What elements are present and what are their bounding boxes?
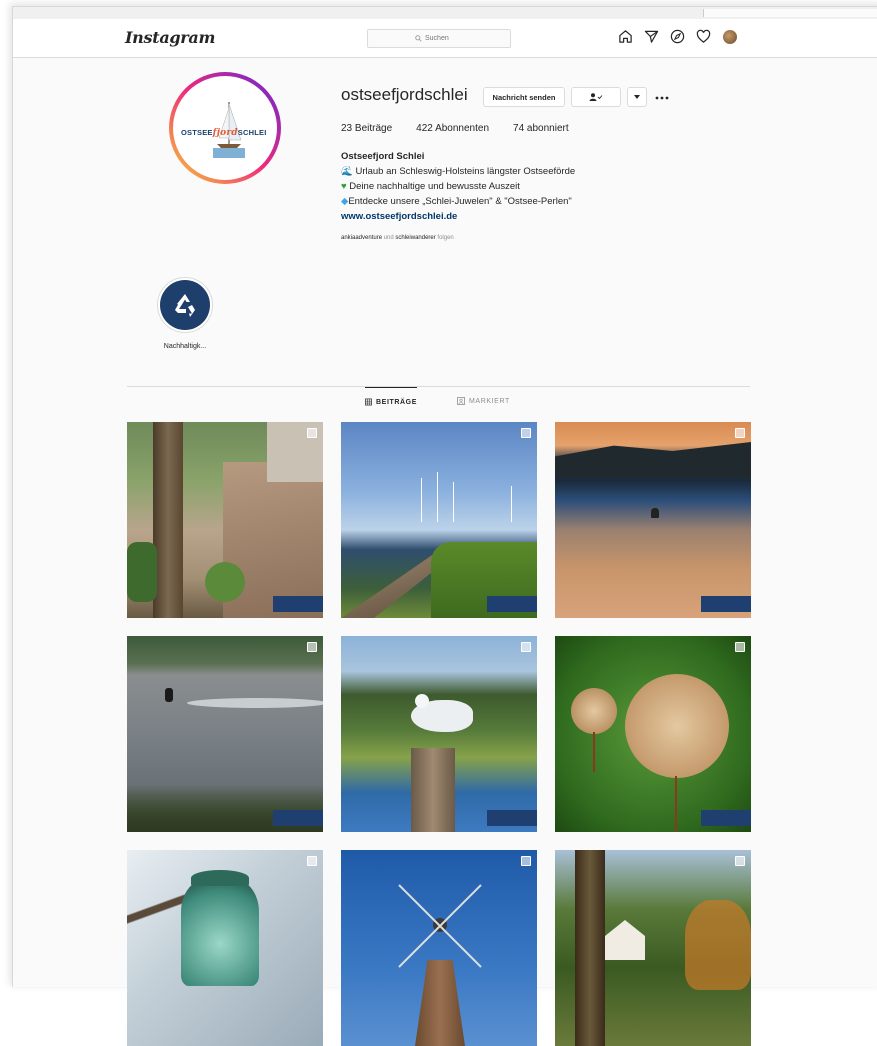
multi-post-icon bbox=[521, 856, 531, 866]
post-thumbnail[interactable] bbox=[555, 422, 751, 618]
recycle-icon bbox=[175, 294, 195, 317]
brand-badge bbox=[487, 596, 537, 612]
multi-post-icon bbox=[735, 642, 745, 652]
grid-icon bbox=[365, 398, 372, 406]
nav-icons bbox=[617, 28, 738, 45]
direct-icon[interactable] bbox=[643, 28, 660, 45]
bio-line-2: ♥ Deine nachhaltige und bewusste Auszeit bbox=[341, 181, 520, 192]
explore-icon[interactable] bbox=[669, 28, 686, 45]
home-icon[interactable] bbox=[617, 28, 634, 45]
brand-badge bbox=[273, 810, 323, 826]
avatar bbox=[722, 29, 737, 44]
multi-post-icon bbox=[735, 856, 745, 866]
highlight-label: Nachhaltigk... bbox=[163, 343, 207, 350]
tab-posts[interactable]: BEITRÄGE bbox=[365, 387, 417, 416]
browser-window: Instagram Suchen OSTSEEfjordSCHLEI ostse… bbox=[12, 6, 877, 1046]
profile-bio: Ostseefjord Schlei 🌊 Urlaub an Schleswig… bbox=[341, 149, 575, 224]
browser-tab[interactable] bbox=[703, 9, 877, 17]
search-icon bbox=[415, 35, 422, 42]
bio-line-1: 🌊 Urlaub an Schleswig-Holsteins längster… bbox=[341, 166, 576, 177]
post-thumbnail[interactable] bbox=[341, 850, 537, 1046]
profile-logo-text: OSTSEEfjordSCHLEI bbox=[181, 128, 267, 138]
multi-post-icon bbox=[521, 428, 531, 438]
wave-icon: 🌊 bbox=[341, 166, 353, 177]
profile-avatar[interactable] bbox=[721, 28, 738, 45]
multi-post-icon bbox=[307, 428, 317, 438]
message-button[interactable]: Nachricht senden bbox=[483, 87, 565, 107]
search-input[interactable] bbox=[425, 35, 463, 42]
search-box[interactable] bbox=[367, 29, 511, 48]
highlight-ring bbox=[157, 277, 213, 333]
instagram-logo[interactable]: Instagram bbox=[125, 28, 215, 47]
profile-picture-image: OSTSEEfjordSCHLEI bbox=[173, 76, 277, 180]
tab-posts-label: BEITRÄGE bbox=[376, 398, 417, 406]
following-button[interactable] bbox=[571, 87, 621, 107]
tabs-divider bbox=[127, 386, 750, 387]
brand-badge bbox=[487, 810, 537, 826]
post-thumbnail[interactable] bbox=[555, 850, 751, 1046]
more-options-icon[interactable] bbox=[655, 90, 669, 108]
highlight-cover bbox=[160, 280, 210, 330]
user-check-icon bbox=[589, 93, 603, 101]
bio-line-3: ◆Entdecke unsere „Schlei-Juwelen" & "Ost… bbox=[341, 196, 572, 207]
post-thumbnail[interactable] bbox=[127, 636, 323, 832]
profile-display-name: Ostseefjord Schlei bbox=[341, 151, 425, 162]
post-thumbnail[interactable] bbox=[555, 636, 751, 832]
suggestions-dropdown-button[interactable] bbox=[627, 87, 647, 107]
top-navigation: Instagram bbox=[13, 19, 877, 58]
brand-badge bbox=[701, 596, 751, 612]
multi-post-icon bbox=[735, 428, 745, 438]
profile-picture[interactable]: OSTSEEfjordSCHLEI bbox=[169, 72, 281, 184]
followed-by[interactable]: ankiaadventure und schleiwanderer folgen bbox=[341, 235, 454, 241]
multi-post-icon bbox=[307, 856, 317, 866]
post-thumbnail[interactable] bbox=[127, 850, 323, 1046]
green-heart-icon: ♥ bbox=[341, 181, 347, 192]
brand-badge bbox=[273, 596, 323, 612]
tab-tagged-label: MARKIERT bbox=[469, 397, 510, 405]
multi-post-icon bbox=[307, 642, 317, 652]
chevron-down-icon bbox=[634, 95, 640, 99]
tagged-icon bbox=[457, 397, 465, 405]
profile-username: ostseefjordschlei bbox=[341, 85, 468, 104]
brand-badge bbox=[701, 810, 751, 826]
followers-count[interactable]: 422 Abonnenten bbox=[416, 123, 489, 134]
posts-count: 23 Beiträge bbox=[341, 123, 393, 134]
website-link[interactable]: www.ostseefjordschlei.de bbox=[341, 209, 575, 224]
post-thumbnail[interactable] bbox=[341, 422, 537, 618]
multi-post-icon bbox=[521, 642, 531, 652]
story-highlight[interactable]: Nachhaltigk... bbox=[153, 277, 217, 350]
following-count[interactable]: 74 abonniert bbox=[513, 123, 569, 134]
post-thumbnail[interactable] bbox=[127, 422, 323, 618]
profile-stats: 23 Beiträge 422 Abonnenten 74 abonniert bbox=[341, 123, 569, 134]
post-thumbnail[interactable] bbox=[341, 636, 537, 832]
tab-tagged[interactable]: MARKIERT bbox=[457, 387, 510, 415]
heart-icon[interactable] bbox=[695, 28, 712, 45]
